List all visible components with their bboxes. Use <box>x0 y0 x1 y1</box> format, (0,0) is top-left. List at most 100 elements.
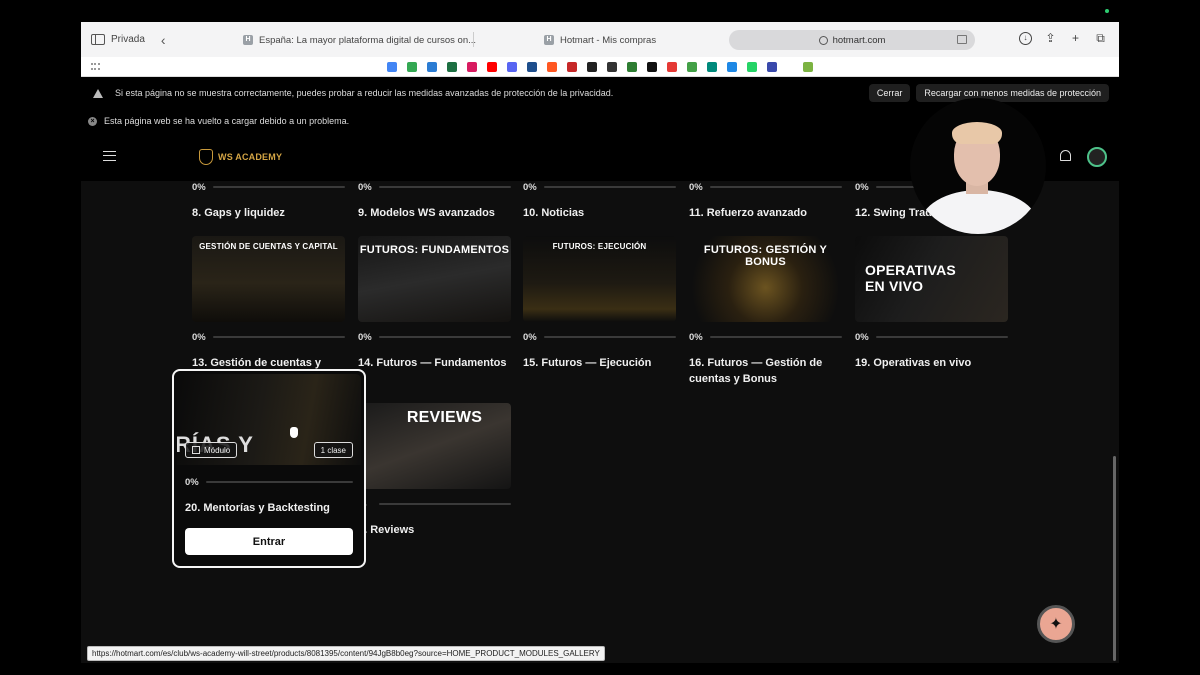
sidebar-icon <box>91 34 105 45</box>
bookmark-icon[interactable] <box>803 61 813 72</box>
tab-divider <box>473 32 474 47</box>
sidebar-toggle[interactable]: Privada <box>91 34 145 45</box>
bookmark-icon[interactable] <box>527 61 537 72</box>
classes-count-chip: 1 clase <box>313 442 353 458</box>
bookmark-icon[interactable] <box>547 61 557 72</box>
google-bookmark-icon[interactable] <box>387 61 397 72</box>
assistant-star-button[interactable]: ✦ <box>1037 605 1075 643</box>
module-name: 8. Gaps y liquidez <box>192 207 285 219</box>
webcam-person-hair <box>952 122 1002 144</box>
module-card[interactable]: 0% 11. Refuerzo avanzado <box>689 181 842 221</box>
logo-emblem-icon <box>199 149 213 165</box>
address-text: hotmart.com <box>832 34 886 46</box>
module-thumbnail: RÍAS Y Módulo 1 clase <box>177 374 361 465</box>
module-progress: 0% <box>358 181 511 193</box>
share-icon[interactable]: ⇪ <box>1044 32 1057 45</box>
module-name: 20. Mentorías y Backtesting <box>185 502 330 514</box>
document-icon <box>192 446 200 454</box>
instagram-bookmark-icon[interactable] <box>467 61 477 72</box>
module-card[interactable]: 0% 8. Gaps y liquidez <box>192 181 345 221</box>
apps-grid-icon[interactable] <box>91 63 100 70</box>
module-card[interactable]: FUTUROS: FUNDAMENTOS 0% 14. Futuros — Fu… <box>358 236 511 371</box>
progress-bar <box>213 186 345 188</box>
module-name: 14. Futuros — Fundamentos <box>358 357 507 369</box>
reload-less-protection-button[interactable]: Recargar con menos medidas de protección <box>916 84 1109 102</box>
bookmark-icon[interactable] <box>627 61 637 72</box>
menu-icon[interactable] <box>103 151 116 161</box>
reload-message: Esta página web se ha vuelto a cargar de… <box>104 116 350 126</box>
browser-toolbar: Privada ‹ H España: La mayor plataforma … <box>81 22 1119 57</box>
bookmark-icon[interactable] <box>587 61 597 72</box>
module-thumbnail: FUTUROS: FUNDAMENTOS <box>358 236 511 322</box>
module-thumbnail: OPERATIVAS EN VIVO <box>855 236 1008 322</box>
back-icon[interactable]: ‹ <box>161 32 166 48</box>
warning-icon <box>93 88 103 98</box>
tab-mis-compras[interactable]: H Hotmart - Mis compras <box>544 31 656 49</box>
webcam-overlay <box>910 98 1046 234</box>
module-card[interactable]: 0% 10. Noticias <box>523 181 676 221</box>
module-card[interactable]: OPERATIVAS EN VIVO 0% 19. Operativas en … <box>855 236 1008 371</box>
module-card[interactable]: REVIEWS % 7. Reviews <box>358 403 511 538</box>
module-thumbnail: FUTUROS: EJECUCIÓN <box>523 236 676 322</box>
mouse-cursor-icon <box>290 427 298 438</box>
module-progress: 0% <box>192 331 345 343</box>
module-name: 7. Reviews <box>358 524 415 536</box>
discord-bookmark-icon[interactable] <box>507 61 517 72</box>
drive-bookmark-icon[interactable] <box>407 61 417 72</box>
outlook-bookmark-icon[interactable] <box>427 61 437 72</box>
private-label: Privada <box>111 34 145 45</box>
enter-button[interactable]: Entrar <box>185 528 353 555</box>
bookmark-icon[interactable] <box>567 61 577 72</box>
youtube-bookmark-icon[interactable] <box>487 61 497 72</box>
module-name: 15. Futuros — Ejecución <box>523 357 652 369</box>
bookmark-icon[interactable] <box>727 61 737 72</box>
toolbar-actions: ↓ ⇪ + ⧉ <box>1019 32 1107 45</box>
module-thumbnail: REVIEWS <box>358 403 511 489</box>
excel-bookmark-icon[interactable] <box>447 61 457 72</box>
module-card[interactable]: FUTUROS: EJECUCIÓN 0% 15. Futuros — Ejec… <box>523 236 676 371</box>
module-progress: 0% <box>855 331 1008 343</box>
address-bar[interactable]: hotmart.com <box>729 30 975 50</box>
module-name: 10. Noticias <box>523 207 585 219</box>
hotmart-favicon-icon: H <box>544 35 554 45</box>
bookmarks-bar <box>81 57 1119 77</box>
globe-icon <box>818 35 828 45</box>
close-warning-button[interactable]: Cerrar <box>868 84 911 102</box>
module-card[interactable]: GESTIÓN DE CUENTAS Y CAPITAL 0% 13. Gest… <box>192 236 345 371</box>
module-name: 19. Operativas en vivo <box>855 357 972 369</box>
module-progress: 0% <box>523 181 676 193</box>
bookmark-icon[interactable] <box>767 61 777 72</box>
bookmark-icon[interactable] <box>607 61 617 72</box>
tab-espana[interactable]: H España: La mayor plataforma digital de… <box>243 31 476 49</box>
bookmark-icon[interactable] <box>667 61 677 72</box>
module-card[interactable]: 0% 9. Modelos WS avanzados <box>358 181 511 221</box>
bookmark-icon[interactable] <box>687 61 697 72</box>
modules-gallery: 0% 8. Gaps y liquidez 0% 9. Modelos WS a… <box>81 181 1119 663</box>
bookmark-icon[interactable] <box>707 61 717 72</box>
new-tab-icon[interactable]: + <box>1069 32 1082 45</box>
bell-icon[interactable] <box>1060 150 1071 161</box>
close-icon[interactable]: × <box>88 116 97 126</box>
hotmart-favicon-icon: H <box>243 35 253 45</box>
reader-icon[interactable] <box>957 35 967 44</box>
module-progress: 0% <box>689 181 842 193</box>
progress-bar <box>710 336 842 338</box>
module-progress: 0% <box>192 181 345 193</box>
tab-label: España: La mayor plataforma digital de c… <box>259 34 477 46</box>
module-progress: % <box>358 498 511 510</box>
tab-overview-icon[interactable]: ⧉ <box>1094 32 1107 45</box>
module-card-hovered[interactable]: RÍAS Y Módulo 1 clase 0% 20. Mentorías y… <box>172 369 366 568</box>
scrollbar[interactable] <box>1113 456 1116 661</box>
module-progress: 0% <box>358 331 511 343</box>
module-progress: 0% <box>523 331 676 343</box>
module-card[interactable]: FUTUROS: GESTIÓN Y BONUS 0% 16. Futuros … <box>689 236 842 387</box>
download-icon[interactable]: ↓ <box>1019 32 1032 45</box>
ws-academy-logo[interactable]: WS ACADEMY <box>199 149 282 165</box>
whatsapp-bookmark-icon[interactable] <box>747 61 757 72</box>
warning-message: Si esta página no se muestra correctamen… <box>115 88 614 98</box>
progress-bar <box>544 336 676 338</box>
bookmark-icon[interactable] <box>647 61 657 72</box>
progress-bar <box>206 481 353 483</box>
avatar[interactable] <box>1087 147 1107 167</box>
status-bar-url: https://hotmart.com/es/club/ws-academy-w… <box>87 646 605 661</box>
